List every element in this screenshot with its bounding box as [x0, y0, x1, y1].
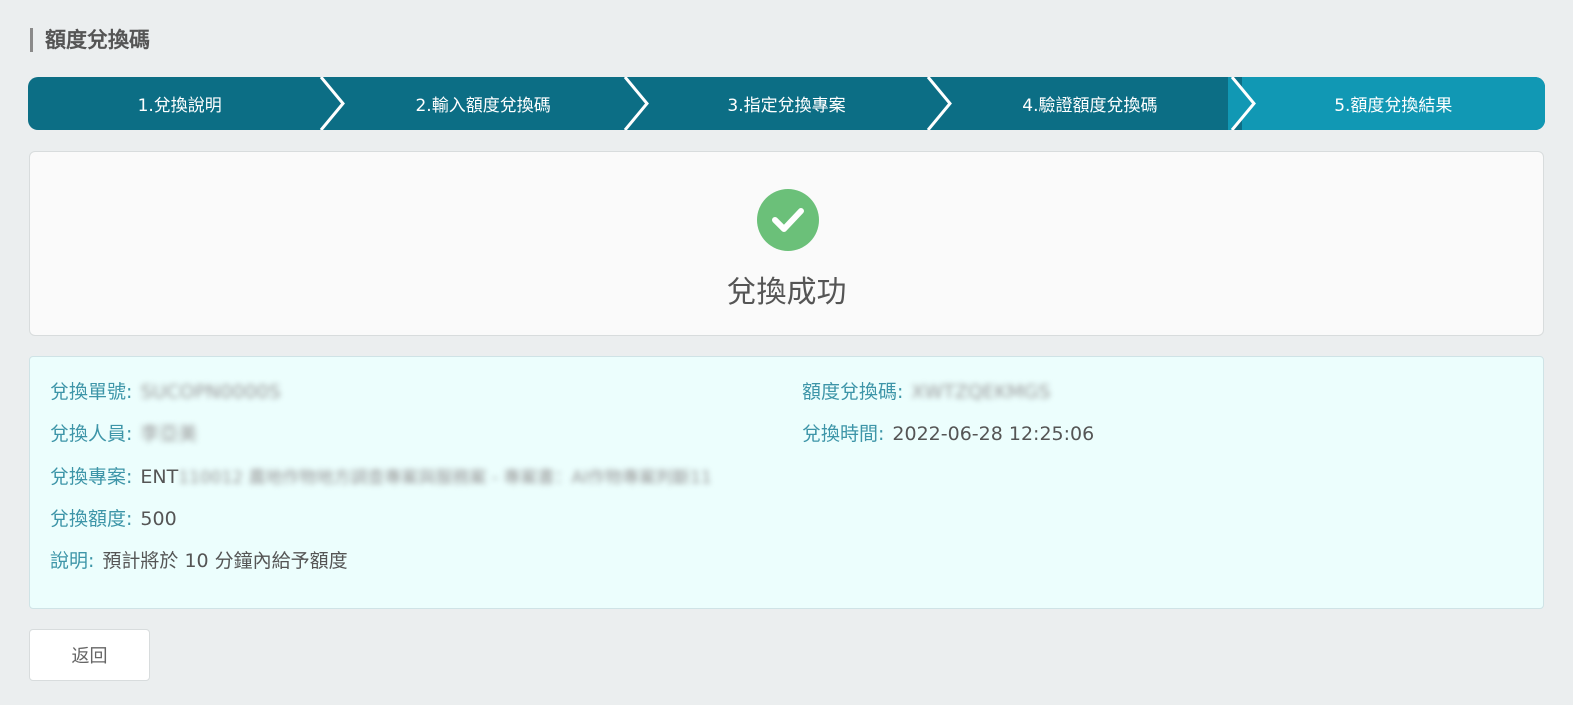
step-4[interactable]: 4.驗證額度兌換碼 [938, 77, 1256, 130]
step-3-label: 3.指定兌換專案 [727, 96, 846, 116]
step-3[interactable]: 3.指定兌換專案 [635, 77, 953, 130]
detail-redeem-time: 兌換時間: 2022-06-28 12:25:06 [802, 421, 1094, 447]
note-label: 說明: [50, 550, 95, 572]
step-5[interactable]: 5.額度兌換結果 [1241, 77, 1545, 130]
detail-amount: 兌換額度: 500 [50, 506, 177, 532]
order-no-label: 兌換單號: [50, 381, 133, 403]
detail-project: 兌換專案: ENT110012 農地作物地方調查專案與服務案 - 專案書：AI作物… [50, 464, 712, 490]
project-label: 兌換專案: [50, 466, 133, 488]
result-message: 兌換成功 [726, 275, 847, 310]
step-5-label: 5.額度兌換結果 [1334, 96, 1453, 116]
redeem-code-value: XWTZQEKMGS [911, 381, 1051, 403]
detail-note: 說明: 預計將於 10 分鐘內給予額度 [50, 548, 348, 574]
operator-value: 李亞美 [140, 423, 198, 445]
redeem-time-label: 兌換時間: [802, 423, 885, 445]
operator-label: 兌換人員: [50, 423, 133, 445]
order-no-value: SUCOPN0000S [140, 381, 281, 403]
project-value-prefix: ENT [140, 466, 179, 488]
note-value: 預計將於 10 分鐘內給予額度 [102, 550, 348, 572]
amount-value: 500 [140, 508, 177, 530]
step-4-label: 4.驗證額度兌換碼 [1022, 96, 1158, 116]
step-1[interactable]: 1.兌換說明 [28, 77, 346, 130]
step-2-label: 2.輸入額度兌換碼 [415, 96, 551, 116]
amount-label: 兌換額度: [50, 508, 133, 530]
redeem-code-label: 額度兌換碼: [802, 381, 904, 403]
detail-operator: 兌換人員: 李亞美 [50, 421, 197, 447]
page-title: 額度兌換碼 [30, 28, 150, 52]
check-circle-icon [757, 189, 819, 251]
result-card: 兌換成功 [29, 151, 1544, 336]
detail-redeem-code: 額度兌換碼: XWTZQEKMGS [802, 379, 1050, 405]
details-card: 兌換單號: SUCOPN0000S 額度兌換碼: XWTZQEKMGS 兌換人員: 李… [29, 356, 1544, 609]
back-button[interactable]: 返回 [29, 629, 150, 681]
project-value-blurred: 110012 農地作物地方調查專案與服務案 - 專案書：AI作物專案判斷11 [178, 468, 712, 488]
redeem-time-value: 2022-06-28 12:25:06 [892, 423, 1095, 445]
step-progress-bar: 1.兌換說明 2.輸入額度兌換碼 3.指定兌換專案 4.驗證額度兌換碼 5.額度… [28, 77, 1545, 130]
step-1-label: 1.兌換說明 [137, 96, 222, 116]
detail-order-no: 兌換單號: SUCOPN0000S [50, 379, 281, 405]
step-2[interactable]: 2.輸入額度兌換碼 [331, 77, 649, 130]
